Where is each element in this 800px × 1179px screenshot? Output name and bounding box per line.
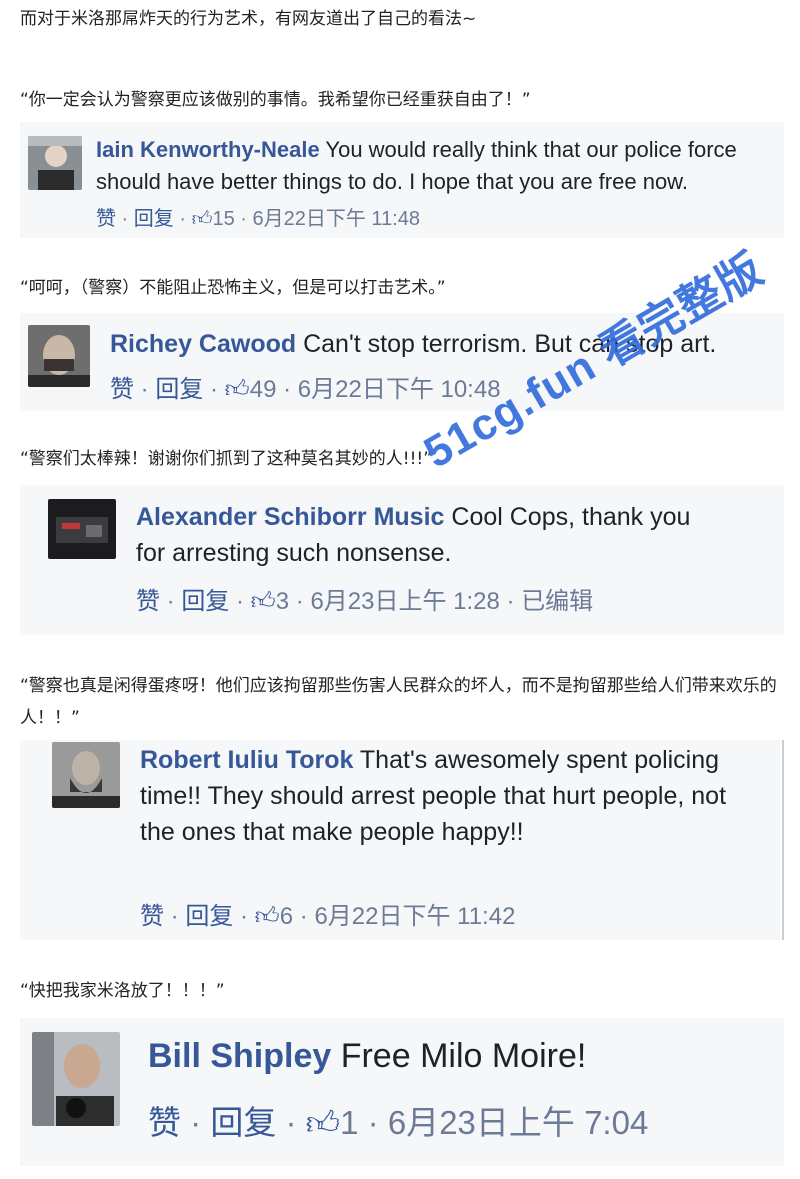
quote-2: “呵呵，（警察）不能阻止恐怖主义，但是可以打击艺术。”	[20, 278, 446, 298]
comment-text-5: Free Milo Moire!	[331, 1037, 587, 1075]
like-link-1[interactable]: 赞	[96, 208, 116, 230]
like-count-5: 1	[340, 1104, 359, 1141]
comment-card-3: Alexander Schiborr Music Cool Cops, than…	[20, 485, 784, 635]
avatar-1[interactable]	[28, 136, 82, 190]
comment-card-1: Iain Kenworthy-Neale You would really th…	[20, 122, 784, 238]
reply-link-1[interactable]: 回复	[134, 208, 174, 230]
comment-text-2: Can't stop terrorism. But can stop art.	[296, 330, 717, 358]
timestamp-5[interactable]: 6月23日上午 7:04	[388, 1104, 648, 1141]
comment-meta-1: 赞 · 回复 · 👍︎15 · 6月22日下午 11:48	[96, 208, 421, 230]
quote-3: “警察们太棒辣！谢谢你们抓到了这种莫名其妙的人!!!”	[20, 449, 433, 469]
quote-1: “你一定会认为警察更应该做别的事情。我希望你已经重获自由了！”	[20, 90, 531, 110]
commenter-name-2[interactable]: Richey Cawood	[110, 330, 296, 358]
comment-card-2: Richey Cawood Can't stop terrorism. But …	[20, 313, 784, 411]
timestamp-4[interactable]: 6月22日下午 11:42	[314, 903, 515, 930]
comment-meta-2: 赞 · 回复 · 👍︎49 · 6月22日下午 10:48	[110, 376, 501, 403]
comment-card-5: Bill Shipley Free Milo Moire! 赞 · 回复 · 👍…	[20, 1018, 784, 1166]
thumbs-up-icon[interactable]: 👍︎	[306, 1104, 341, 1141]
like-link-2[interactable]: 赞	[110, 376, 134, 403]
like-count-4: 6	[279, 903, 294, 930]
like-link-5[interactable]: 赞	[148, 1104, 181, 1141]
timestamp-2[interactable]: 6月22日下午 10:48	[298, 376, 501, 403]
like-link-4[interactable]: 赞	[140, 903, 164, 930]
commenter-name-1[interactable]: Iain Kenworthy-Neale	[96, 137, 320, 162]
edited-label-3: 已编辑	[521, 588, 594, 615]
avatar-3[interactable]	[48, 499, 116, 559]
like-count-2: 49	[249, 376, 277, 403]
comment-meta-5: 赞 · 回复 · 👍︎1 · 6月23日上午 7:04	[148, 1104, 649, 1141]
avatar-5[interactable]	[32, 1032, 120, 1126]
like-count-3: 3	[275, 588, 290, 615]
commenter-name-4[interactable]: Robert Iuliu Torok	[140, 746, 353, 774]
like-link-3[interactable]: 赞	[136, 588, 160, 615]
like-count-1: 15	[212, 208, 235, 230]
thumbs-up-icon[interactable]: 👍︎	[251, 588, 276, 615]
commenter-name-5[interactable]: Bill Shipley	[148, 1037, 331, 1075]
timestamp-1[interactable]: 6月22日下午 11:48	[253, 208, 421, 230]
quote-5: “快把我家米洛放了！！！”	[20, 981, 225, 1001]
comment-meta-4: 赞 · 回复 · 👍︎6 · 6月22日下午 11:42	[140, 903, 516, 930]
reply-link-5[interactable]: 回复	[210, 1104, 276, 1141]
thumbs-up-icon[interactable]: 👍︎	[225, 376, 250, 403]
quote-4: “警察也真是闲得蛋疼呀！他们应该拘留那些伤害人民群众的坏人，而不是拘留那些给人们…	[20, 676, 777, 728]
timestamp-3[interactable]: 6月23日上午 1:28	[310, 588, 499, 615]
avatar-4[interactable]	[52, 742, 120, 808]
commenter-name-3[interactable]: Alexander Schiborr Music	[136, 503, 444, 531]
reply-link-2[interactable]: 回复	[155, 376, 203, 403]
intro-text: 而对于米洛那屌炸天的行为艺术，有网友道出了自己的看法~	[20, 9, 477, 29]
thumbs-up-icon[interactable]: 👍︎	[255, 903, 280, 930]
avatar-2[interactable]	[28, 325, 90, 387]
comment-meta-3: 赞 · 回复 · 👍︎3 · 6月23日上午 1:28 · 已编辑	[136, 588, 594, 615]
reply-link-4[interactable]: 回复	[185, 903, 233, 930]
reply-link-3[interactable]: 回复	[181, 588, 229, 615]
scrollbar-4[interactable]	[782, 740, 784, 940]
thumbs-up-icon[interactable]: 👍︎	[192, 208, 213, 230]
comment-card-4: Robert Iuliu Torok That's awesomely spen…	[20, 740, 780, 940]
